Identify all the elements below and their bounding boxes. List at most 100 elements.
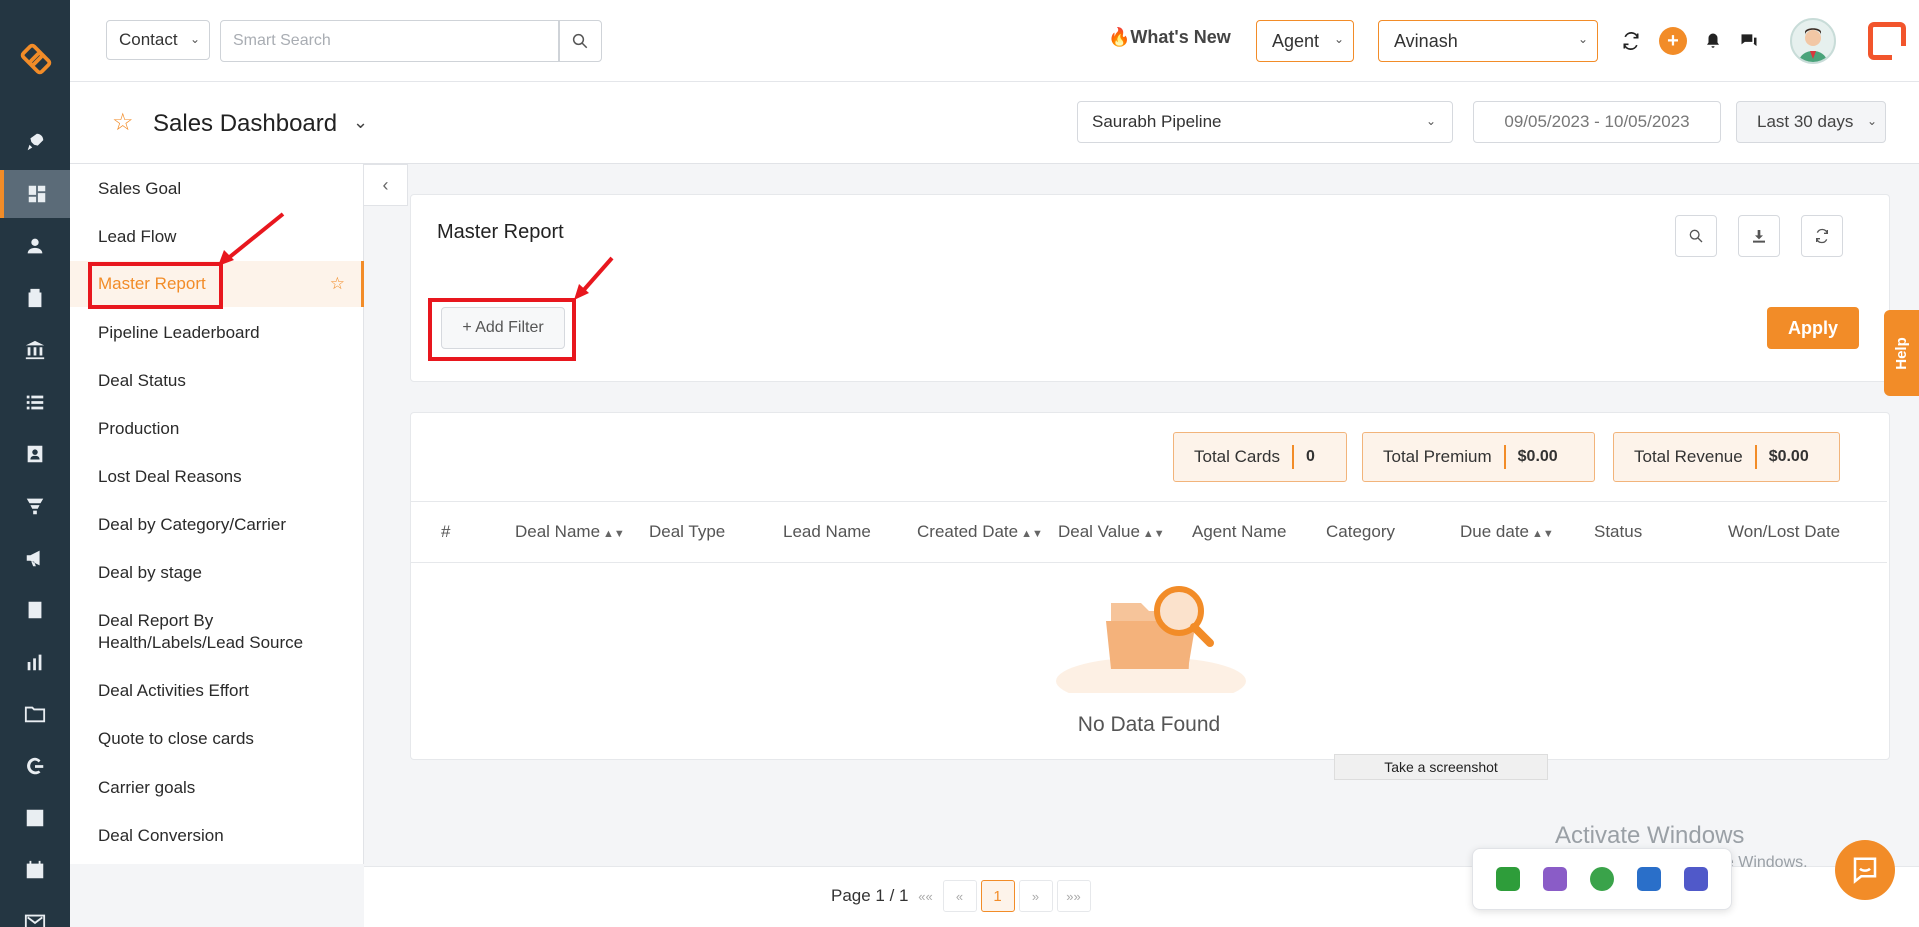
sort-icon[interactable]: ▲▼ — [1021, 528, 1043, 540]
total-revenue-stat: Total Revenue $0.00 — [1613, 432, 1840, 482]
chevron-left-icon: ‹ — [382, 174, 389, 195]
ledger-icon[interactable] — [0, 586, 70, 634]
chat-icon[interactable] — [1736, 28, 1762, 54]
column-header-sortable[interactable]: Deal Value ▲▼ — [1058, 522, 1165, 542]
nav-item-deal-status[interactable]: Deal Status — [70, 370, 364, 392]
first-page-button[interactable]: «« — [912, 880, 939, 912]
star-icon[interactable]: ☆ — [330, 273, 345, 295]
help-tab[interactable]: Help — [1884, 310, 1919, 396]
dashboard-header: ☆ Sales Dashboard ⌄ Saurabh Pipeline ⌄ 0… — [70, 82, 1919, 164]
date-range-field[interactable]: 09/05/2023 - 10/05/2023 — [1473, 101, 1721, 143]
sort-icon[interactable]: ▲▼ — [1143, 528, 1165, 540]
table-icon[interactable] — [0, 794, 70, 842]
period-select[interactable]: Last 30 days ⌄ — [1736, 101, 1886, 143]
recycle-icon[interactable] — [1589, 867, 1614, 891]
nav-item-carrier-goals[interactable]: Carrier goals — [70, 777, 364, 799]
stat-label: Total Revenue — [1634, 447, 1743, 466]
dashboard-icon[interactable] — [0, 170, 70, 218]
page-title[interactable]: Sales Dashboard — [153, 110, 337, 138]
chevron-down-icon: ⌄ — [1577, 32, 1588, 46]
page-1-button[interactable]: 1 — [980, 880, 1015, 912]
nav-item-production[interactable]: Production — [70, 418, 364, 440]
teams-icon[interactable] — [1683, 867, 1708, 891]
table-header: # Deal Name ▲▼ Deal Type Lead Name Create… — [411, 501, 1887, 563]
agent-select[interactable]: Agent ⌄ — [1256, 20, 1354, 62]
total-cards-stat: Total Cards 0 — [1173, 432, 1347, 482]
nav-item-lost-deal-reasons[interactable]: Lost Deal Reasons — [70, 466, 364, 488]
contacts-icon[interactable] — [0, 222, 70, 270]
nav-item-label: Master Report — [98, 274, 206, 293]
avatar[interactable] — [1790, 18, 1836, 64]
whats-new-link[interactable]: 🔥What's New — [1108, 27, 1231, 48]
nav-item-pipeline-leaderboard[interactable]: Pipeline Leaderboard — [70, 322, 364, 344]
nav-item-deal-activities-effort[interactable]: Deal Activities Effort — [70, 680, 364, 702]
documents-icon[interactable] — [0, 274, 70, 322]
period-select-value: Last 30 days — [1757, 112, 1854, 131]
nav-item-sales-goal[interactable]: Sales Goal — [70, 178, 364, 200]
refresh-icon — [1816, 228, 1828, 244]
pipeline-select[interactable]: Saurabh Pipeline ⌄ — [1077, 101, 1453, 143]
user-select[interactable]: Avinash ⌄ — [1378, 20, 1598, 62]
column-header-sortable[interactable]: Due date ▲▼ — [1460, 522, 1554, 542]
stat-value: $0.00 — [1517, 448, 1558, 465]
calendar-icon[interactable] — [0, 846, 70, 894]
chevron-down-icon: ⌄ — [1425, 114, 1436, 128]
sort-icon[interactable]: ▲▼ — [1532, 528, 1554, 540]
total-premium-stat: Total Premium $0.00 — [1362, 432, 1595, 482]
column-header: Deal Type — [649, 522, 726, 541]
contact-card-icon[interactable] — [0, 430, 70, 478]
chevron-down-icon[interactable]: ⌄ — [353, 112, 368, 133]
download-button[interactable] — [1738, 215, 1780, 257]
list-icon[interactable] — [0, 378, 70, 426]
next-page-button[interactable]: » — [1018, 880, 1053, 912]
nav-item-quote-to-close[interactable]: Quote to close cards — [70, 728, 364, 750]
empty-folder-icon — [1056, 586, 1246, 693]
search-icon — [572, 33, 588, 49]
reports-icon[interactable] — [0, 638, 70, 686]
prev-page-button[interactable]: « — [942, 880, 977, 912]
live-chat-button[interactable] — [1835, 840, 1895, 900]
column-header: Lead Name — [783, 522, 871, 541]
nav-item-deal-report-by-health[interactable]: Deal Report By Health/Labels/Lead Source — [70, 610, 364, 654]
bell-icon[interactable] — [1700, 28, 1726, 54]
refresh-report-button[interactable] — [1801, 215, 1843, 257]
search-button[interactable] — [558, 20, 602, 62]
fire-icon: 🔥 — [1108, 27, 1131, 47]
folder-icon[interactable] — [0, 690, 70, 738]
mail-icon[interactable] — [0, 898, 70, 927]
shield-warning-icon[interactable] — [1636, 867, 1661, 891]
brand-logo-icon[interactable] — [1868, 22, 1906, 60]
app-logo-icon[interactable] — [17, 40, 55, 78]
feather-icon[interactable] — [1543, 867, 1568, 891]
refresh-icon[interactable] — [1618, 28, 1644, 54]
security-check-icon[interactable] — [1496, 867, 1521, 891]
stat-label: Total Premium — [1383, 447, 1492, 466]
add-new-button[interactable]: + — [1659, 27, 1687, 55]
bank-icon[interactable] — [0, 326, 70, 374]
search-report-button[interactable] — [1675, 215, 1717, 257]
page-indicator: Page 1 / 1 — [831, 886, 909, 905]
google-icon[interactable] — [0, 742, 70, 790]
rocket-icon[interactable] — [0, 118, 70, 166]
pagination: Page 1 / 1 «« « 1 » »» — [831, 880, 1091, 912]
add-filter-button[interactable]: + Add Filter — [441, 307, 565, 349]
megaphone-icon[interactable] — [0, 534, 70, 582]
last-page-button[interactable]: »» — [1056, 880, 1091, 912]
favorite-star-icon[interactable]: ☆ — [112, 108, 134, 137]
sort-icon[interactable]: ▲▼ — [603, 528, 625, 540]
nav-item-deal-by-stage[interactable]: Deal by stage — [70, 562, 364, 584]
nav-item-deal-by-category[interactable]: Deal by Category/Carrier — [70, 514, 364, 536]
screenshot-tooltip: Take a screenshot — [1334, 754, 1548, 780]
column-header-sortable[interactable]: Created Date ▲▼ — [917, 522, 1043, 542]
apply-button[interactable]: Apply — [1767, 307, 1859, 349]
pipeline-select-value: Saurabh Pipeline — [1092, 112, 1222, 131]
column-header: Category — [1326, 522, 1395, 541]
column-header-sortable[interactable]: Deal Name ▲▼ — [515, 522, 625, 542]
nav-item-deal-conversion[interactable]: Deal Conversion — [70, 825, 364, 847]
column-label: Created Date — [917, 522, 1019, 541]
column-header: Won/Lost Date — [1728, 522, 1841, 541]
funnel-icon[interactable] — [0, 482, 70, 530]
collapse-nav-button[interactable]: ‹ — [364, 164, 408, 206]
smart-search-input[interactable] — [220, 20, 560, 62]
contact-type-select[interactable]: Contact ⌄ — [106, 20, 210, 60]
